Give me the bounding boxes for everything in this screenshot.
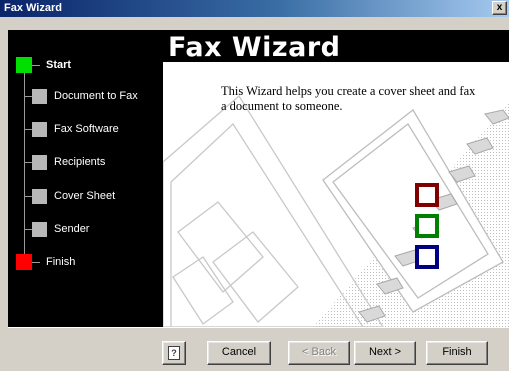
step-sender[interactable]: Sender (8, 220, 163, 240)
back-button[interactable]: < Back (288, 341, 350, 365)
green-box-icon (415, 214, 439, 238)
step-list: Start Document to Fax Fax Software Recip… (8, 30, 163, 327)
help-book-icon: ? (168, 346, 180, 360)
step-label: Start (46, 59, 72, 71)
step-label: Sender (54, 223, 90, 235)
wizard-illustration-panel: This Wizard helps you create a cover she… (163, 62, 509, 327)
window-title: Fax Wizard (4, 2, 62, 14)
red-box-icon (415, 183, 439, 207)
step-recipients[interactable]: Recipients (8, 153, 163, 173)
step-label: Fax Software (54, 123, 119, 135)
step-label: Finish (46, 256, 76, 268)
close-button[interactable]: x (492, 1, 507, 15)
step-label: Document to Fax (54, 90, 138, 102)
banner-title: Fax Wizard (168, 32, 341, 63)
step-document-to-fax[interactable]: Document to Fax (8, 87, 163, 107)
step-box-icon (32, 222, 47, 237)
step-tick (32, 262, 40, 263)
step-finish[interactable]: Finish (8, 253, 163, 273)
step-label: Recipients (54, 156, 106, 168)
start-marker-icon (16, 57, 32, 73)
step-box-icon (32, 155, 47, 170)
step-label: Cover Sheet (54, 190, 116, 202)
blue-box-icon (415, 245, 439, 269)
help-button[interactable]: ? (162, 341, 186, 365)
step-fax-software[interactable]: Fax Software (8, 120, 163, 140)
next-button[interactable]: Next > (354, 341, 416, 365)
step-box-icon (32, 122, 47, 137)
intro-text: This Wizard helps you create a cover she… (221, 84, 476, 113)
button-bar: ? Cancel < Back Next > Finish (8, 327, 509, 371)
step-cover-sheet[interactable]: Cover Sheet (8, 187, 163, 207)
title-bar: Fax Wizard x (0, 0, 509, 17)
step-start[interactable]: Start (8, 56, 163, 76)
step-box-icon (32, 189, 47, 204)
step-box-icon (32, 89, 47, 104)
finish-marker-icon (16, 254, 32, 270)
step-tick (32, 65, 40, 66)
finish-button[interactable]: Finish (426, 341, 488, 365)
cancel-button[interactable]: Cancel (207, 341, 271, 365)
wizard-main-area: Fax Wizard Start Document to Fax Fax Sof… (8, 30, 509, 327)
